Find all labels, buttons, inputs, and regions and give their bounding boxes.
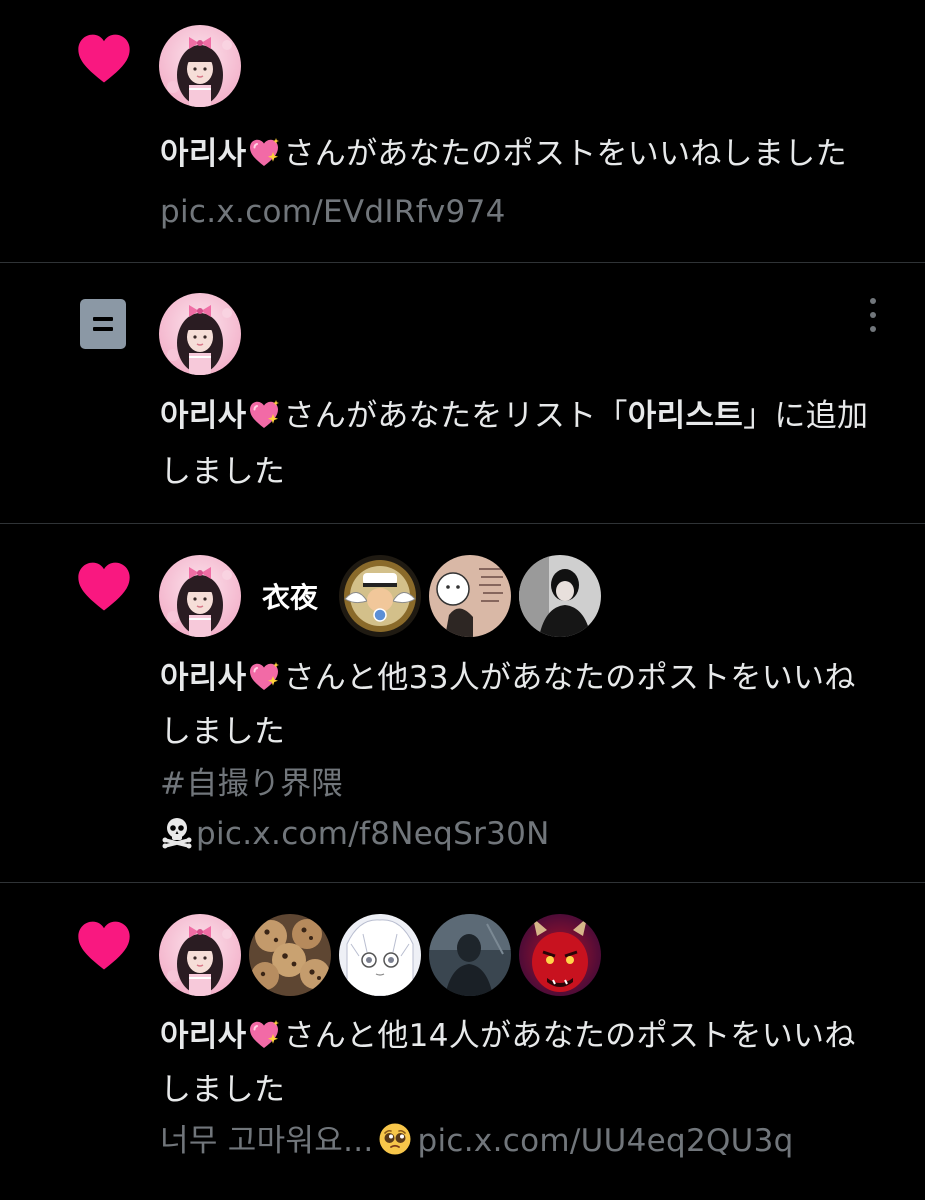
sparkling-heart-icon <box>247 397 281 431</box>
post-preview-link[interactable]: pic.x.com/EVdIRfv974 <box>160 192 506 232</box>
post-preview-link[interactable]: pic.x.com/f8NeqSr30N <box>160 814 550 854</box>
heart-icon <box>76 560 132 612</box>
notification-list-add[interactable]: 아리사 さんがあなたをリスト「아리스트」に追加 しました <box>0 263 925 524</box>
heart-icon <box>76 919 132 971</box>
avatar-row <box>159 914 609 998</box>
sparkling-heart-icon <box>247 659 281 693</box>
avatar[interactable] <box>159 555 241 637</box>
preview-link-text[interactable]: pic.x.com/EVdIRfv974 <box>160 194 506 230</box>
post-preview-hashtag[interactable]: #自撮り界隈 <box>160 764 343 804</box>
notification-like-3[interactable]: 아리사 さんと他14人があなたのポストをいいね しました 너무 고마워요... p… <box>0 883 925 1200</box>
notification-message: さんがあなたのポストをいいねしました <box>283 136 847 172</box>
avatar[interactable] <box>159 293 241 375</box>
preview-link-text[interactable]: pic.x.com/UU4eq2QU3q <box>418 1123 794 1159</box>
notification-text: 아리사 さんがあなたのポストをいいねしました <box>160 134 847 174</box>
avatar[interactable] <box>519 914 601 996</box>
notification-text: 아리사 さんと他33人があなたのポストをいいね <box>160 658 856 698</box>
avatar[interactable] <box>249 914 331 996</box>
avatar[interactable] <box>339 555 421 637</box>
notification-message: さんがあなたをリスト「 <box>283 398 628 434</box>
heart-icon <box>76 32 132 84</box>
preview-text: 너무 고마워요... <box>160 1123 374 1159</box>
preview-link-text[interactable]: pic.x.com/f8NeqSr30N <box>196 816 550 852</box>
skull-crossbones-icon <box>160 815 194 849</box>
pleading-face-icon <box>378 1122 412 1156</box>
avatar[interactable]: 衣夜 <box>249 555 331 637</box>
avatar-row: 衣夜 <box>159 555 609 639</box>
avatar[interactable] <box>429 555 511 637</box>
actor-name[interactable]: 아리사 <box>160 398 246 434</box>
avatar[interactable] <box>339 914 421 996</box>
list-name[interactable]: 아리스트 <box>628 398 743 434</box>
actor-name[interactable]: 아리사 <box>160 136 246 172</box>
avatar[interactable] <box>519 555 601 637</box>
notification-message: さんと他33人があなたのポストをいいね <box>283 660 856 696</box>
notification-text: 아리사 さんがあなたをリスト「아리스트」に追加 <box>160 396 868 436</box>
notification-text-line2: しました <box>160 714 286 750</box>
avatar[interactable] <box>429 914 511 996</box>
sparkling-heart-icon <box>247 1017 281 1051</box>
actor-name[interactable]: 아리사 <box>160 1018 246 1054</box>
notification-like-1[interactable]: 아리사 さんがあなたのポストをいいねしました pic.x.com/EVdIRfv9… <box>0 0 925 263</box>
notification-message: さんと他14人があなたのポストをいいね <box>283 1018 856 1054</box>
avatar-logo-text: 衣夜 <box>262 581 319 614</box>
notification-message-end: 」に追加 <box>743 398 869 434</box>
more-options-icon[interactable] <box>862 296 884 334</box>
post-preview[interactable]: 너무 고마워요... pic.x.com/UU4eq2QU3q <box>160 1121 794 1161</box>
notification-text: 아리사 さんと他14人があなたのポストをいいね <box>160 1016 856 1056</box>
avatar[interactable] <box>159 914 241 996</box>
notification-like-2[interactable]: 衣夜 아리사 さんと他33人があなたのポストをいいね しました #自撮り界隈 p… <box>0 524 925 883</box>
notification-text-line2: しました <box>160 454 286 490</box>
notification-text-line2: しました <box>160 1072 286 1108</box>
list-icon <box>80 299 126 349</box>
avatar[interactable] <box>159 25 241 107</box>
sparkling-heart-icon <box>247 135 281 169</box>
actor-name[interactable]: 아리사 <box>160 660 246 696</box>
